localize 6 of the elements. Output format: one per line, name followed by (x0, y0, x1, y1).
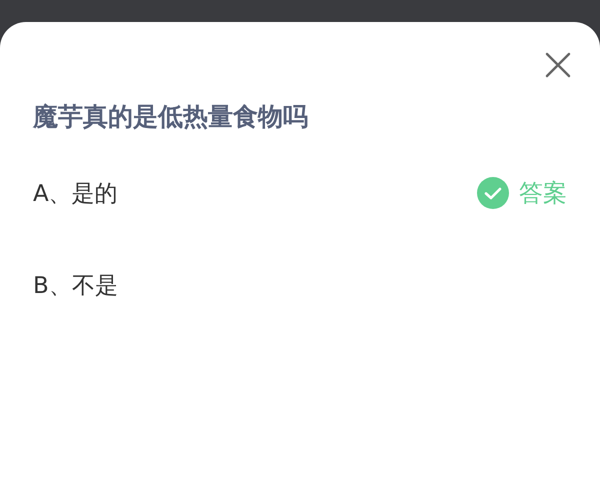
answer-label: 答案 (519, 178, 567, 209)
option-text[interactable]: B、不是 (33, 270, 118, 300)
close-button[interactable] (545, 52, 571, 78)
question-text: 魔芋真的是低热量食物吗 (33, 101, 309, 133)
option-text[interactable]: A、是的 (33, 178, 118, 208)
close-icon (545, 52, 571, 78)
